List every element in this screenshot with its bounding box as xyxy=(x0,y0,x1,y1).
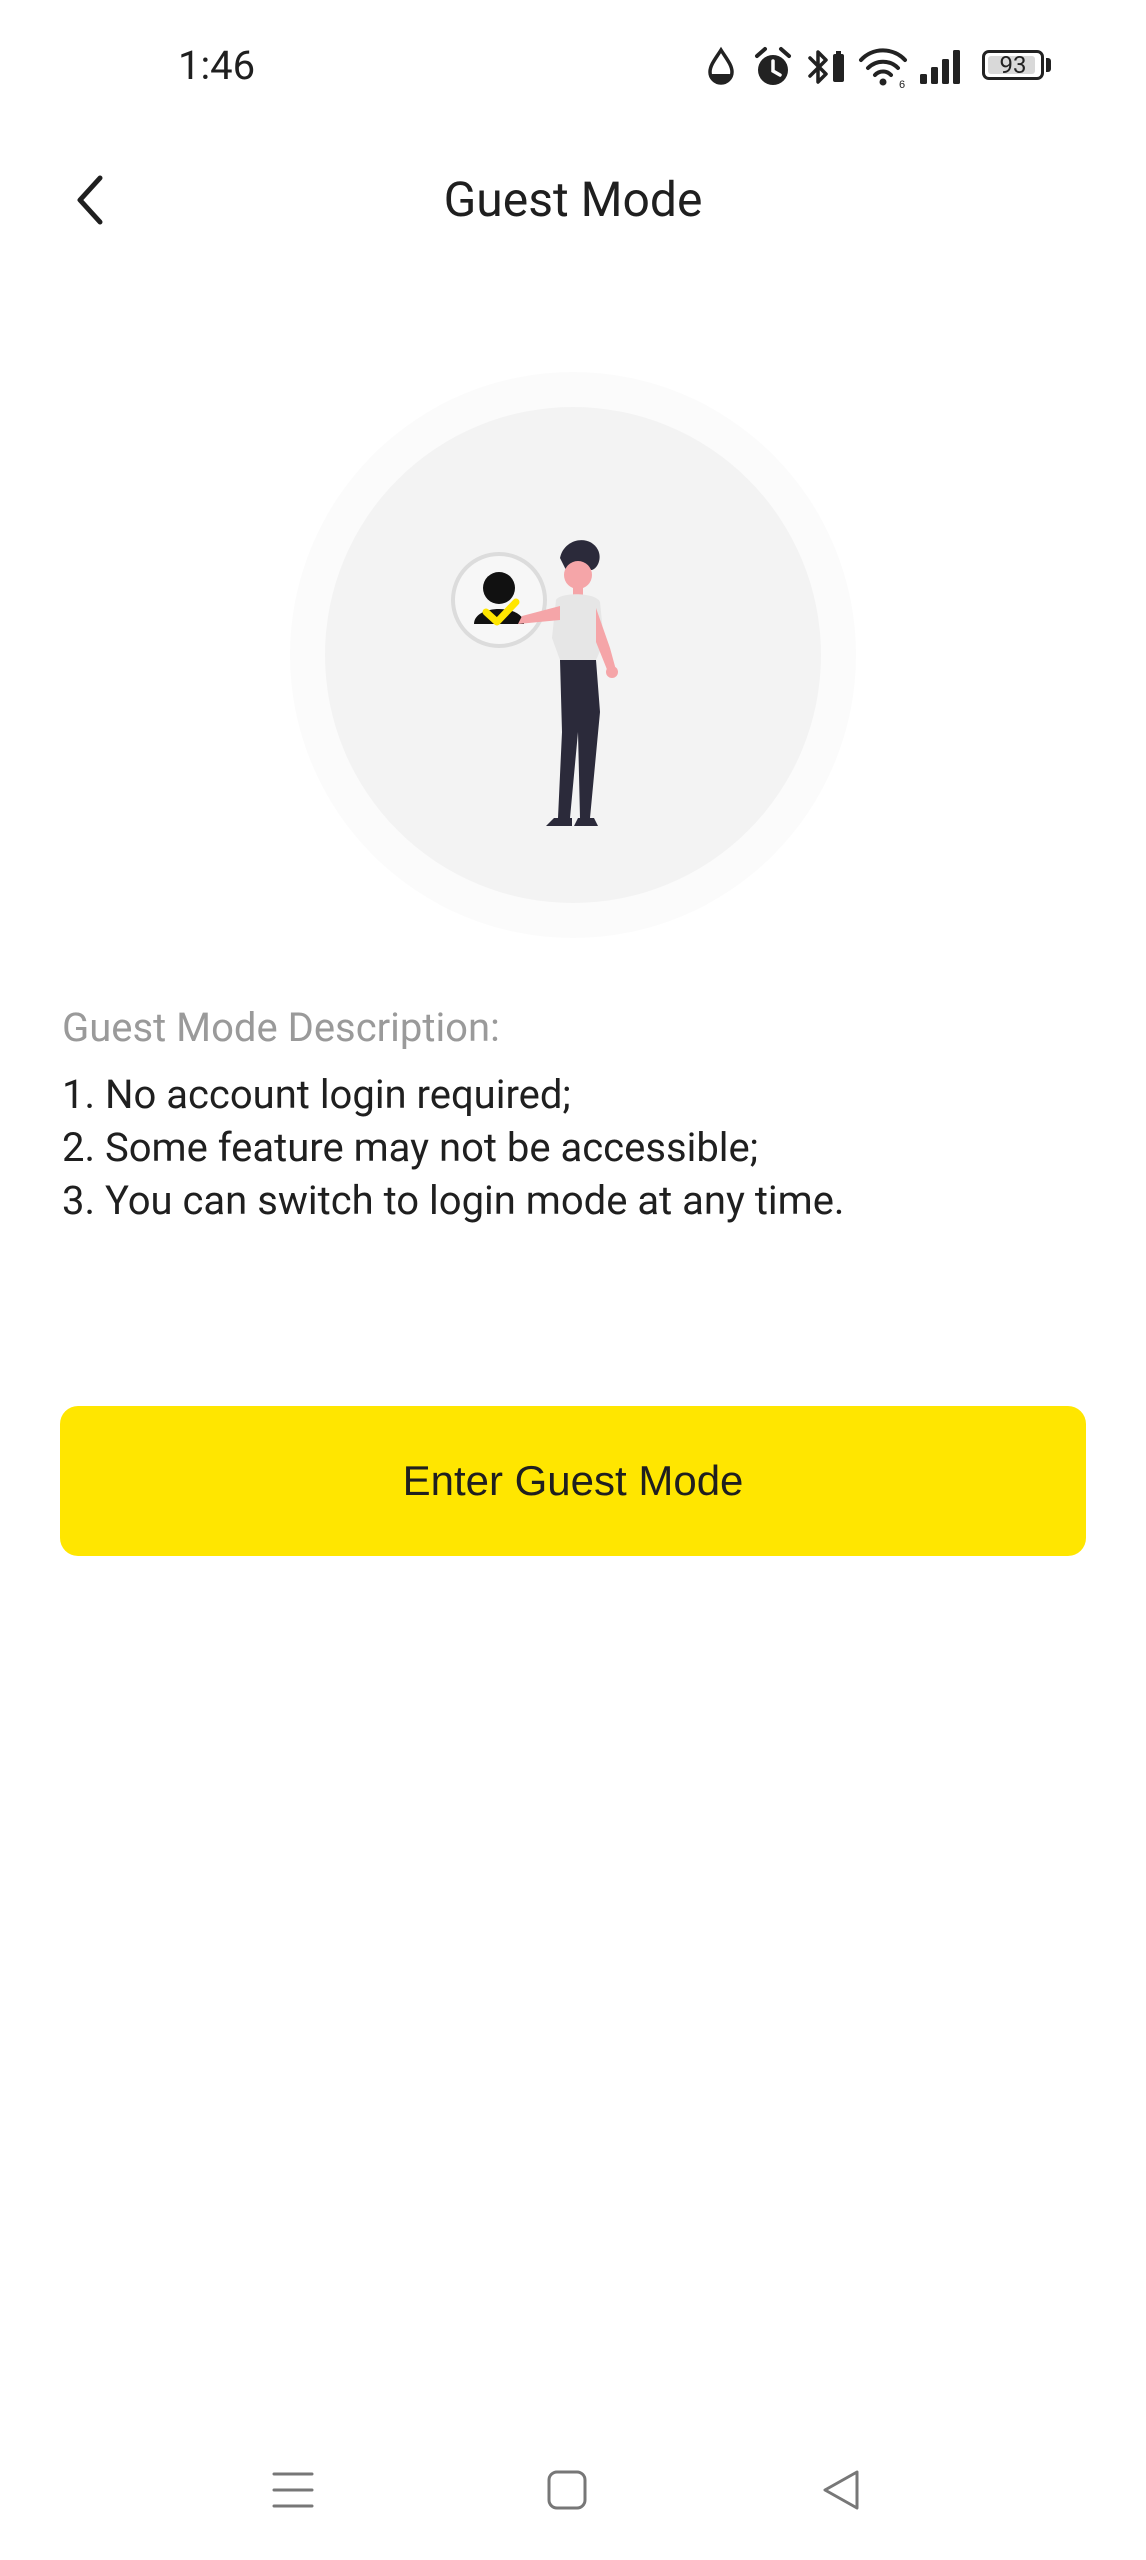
description-section: Guest Mode Description: 1. No account lo… xyxy=(62,998,1082,1227)
nav-back-button[interactable] xyxy=(791,2440,891,2540)
status-bar: 1:46 6 93 xyxy=(0,0,1146,140)
description-list: 1. No account login required; 2. Some fe… xyxy=(62,1068,1082,1227)
svg-text:6: 6 xyxy=(899,79,905,90)
bluetooth-icon xyxy=(808,50,844,84)
enter-guest-mode-button[interactable]: Enter Guest Mode xyxy=(60,1406,1086,1556)
avatar-badge-icon xyxy=(451,552,547,648)
page-title: Guest Mode xyxy=(443,171,703,228)
top-bar: Guest Mode xyxy=(0,150,1146,250)
back-triangle-icon xyxy=(823,2470,859,2510)
status-time: 1:46 xyxy=(178,42,256,89)
description-item: 3. You can switch to login mode at any t… xyxy=(62,1177,845,1224)
nav-home-button[interactable] xyxy=(517,2440,617,2540)
cellular-signal-icon xyxy=(920,50,960,84)
battery-level: 93 xyxy=(999,51,1027,79)
battery-nub xyxy=(1046,58,1051,72)
menu-icon xyxy=(272,2472,314,2508)
nav-menu-button[interactable] xyxy=(243,2440,343,2540)
description-item: 2. Some feature may not be accessible; xyxy=(62,1124,759,1171)
system-nav-bar xyxy=(0,2440,1146,2540)
wifi-icon: 6 xyxy=(859,48,907,90)
water-drop-icon xyxy=(708,46,734,85)
description-heading: Guest Mode Description: xyxy=(62,1004,500,1051)
home-icon xyxy=(547,2470,587,2510)
illustration-graphic xyxy=(290,372,856,938)
alarm-icon xyxy=(755,47,791,85)
description-item: 1. No account login required; xyxy=(62,1071,571,1118)
guest-user-illustration xyxy=(290,372,856,938)
